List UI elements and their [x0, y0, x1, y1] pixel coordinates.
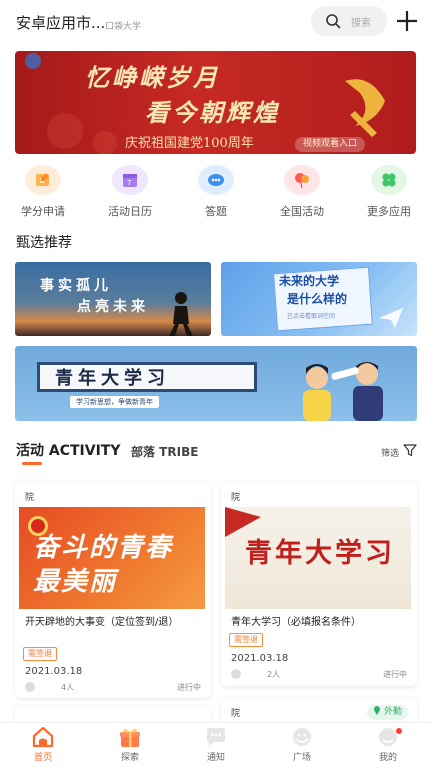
activity-card[interactable]: 院 青年大学习 青年大学习（必填报名条件） 需签退 2021.03.18 2人 …	[221, 482, 417, 686]
tab-active-indicator	[22, 462, 42, 465]
quick-label: 答题	[205, 205, 227, 218]
card-date: 2021.03.18	[25, 666, 83, 677]
search-icon	[326, 14, 341, 29]
nav-explore[interactable]: 探索	[100, 726, 160, 763]
home-icon	[32, 726, 54, 748]
silhouette-icon	[169, 292, 193, 336]
recommend-card-2[interactable]: 未来的大学 是什么样的 已点击看取词空间	[221, 262, 417, 336]
card-count: 4人	[61, 683, 75, 692]
avatar	[231, 669, 241, 679]
nav-label: 通知	[206, 753, 225, 763]
banner-video-entry[interactable]: 视频观看入口	[295, 137, 366, 152]
top-header: 安卓应用市... 口袋大学 搜索	[0, 0, 432, 46]
nav-label: 我的	[378, 753, 397, 763]
quick-label: 全国活动	[280, 205, 324, 218]
field-work-label: 外勤	[384, 707, 403, 717]
gift-icon	[120, 728, 140, 747]
svg-text:7: 7	[127, 179, 131, 187]
nav-label: 广场	[292, 753, 311, 763]
search-placeholder: 搜索	[351, 18, 371, 29]
tab-activity[interactable]: 活动 ACTIVITY	[16, 440, 120, 460]
card-image-text: 奋斗的青春最美丽	[33, 533, 174, 597]
nav-label: 首页	[33, 753, 52, 763]
card-image-text: 青年大学习	[245, 538, 395, 569]
card-org: 院	[231, 709, 241, 719]
rec2-line-2: 是什么样的	[287, 292, 348, 306]
hero-banner[interactable]: 忆峥嵘岁月 看今朝辉煌 庆祝祖国建党100周年 视频观看入口	[15, 51, 416, 154]
activity-card[interactable]: 院 奋斗的青春最美丽 开天辟地的大事变（定位签到/退） 需签退 2021.03.…	[15, 482, 211, 698]
chat-bubble-icon	[207, 728, 225, 746]
nav-square[interactable]: 广场	[272, 726, 332, 763]
nav-profile[interactable]: 我的	[358, 726, 418, 763]
rec2-line-1: 未来的大学	[279, 274, 340, 288]
card-status: 进行中	[177, 683, 201, 692]
card-status: 进行中	[383, 670, 407, 679]
recommend-card-1[interactable]: 事实孤儿 点亮未来	[15, 262, 211, 336]
rec2-line-3: 已点击看取词空间	[287, 313, 336, 320]
card-org: 院	[231, 493, 241, 503]
banner-line-3: 庆祝祖国建党100周年	[125, 136, 254, 151]
card-title: 青年大学习（必填报名条件）	[231, 617, 361, 628]
quiz-icon	[198, 165, 234, 195]
school-name: 口袋大学	[105, 22, 142, 32]
quick-credit-apply[interactable]: 学分申请	[8, 165, 78, 219]
section-title: 甄选推荐	[16, 235, 72, 251]
quick-label: 活动日历	[108, 205, 152, 218]
rec1-line-1: 事实孤儿	[40, 278, 112, 294]
filter-icon[interactable]	[403, 443, 417, 457]
activity-tabs: 活动 ACTIVITY 部落 TRIBE 筛选	[0, 440, 432, 466]
recommend-card-3[interactable]: 青年大学习 学习新思想，争做新青年	[15, 346, 417, 421]
nav-notifications[interactable]: 通知	[186, 726, 246, 763]
students-illustration	[303, 362, 383, 421]
rec3-line-2: 学习新思想，争做新青年	[70, 396, 159, 408]
banner-line-2: 看今朝辉煌	[145, 98, 280, 127]
card-image: 青年大学习	[225, 507, 411, 609]
card-badge: 需签退	[23, 647, 57, 661]
field-work-badge: 外勤	[367, 705, 409, 720]
card-title: 开天辟地的大事变（定位签到/退）	[25, 617, 179, 628]
search-bar[interactable]: 搜索	[311, 6, 387, 36]
quick-quiz[interactable]: 答题	[181, 165, 251, 219]
rec1-line-2: 点亮未来	[77, 299, 149, 315]
card-badge: 需签退	[229, 633, 263, 647]
calendar-icon: 7	[112, 165, 148, 195]
filter-label[interactable]: 筛选	[381, 446, 399, 459]
tab-tribe[interactable]: 部落 TRIBE	[131, 443, 198, 460]
clover-icon	[371, 165, 407, 195]
quick-label: 更多应用	[367, 205, 411, 218]
paper-plane-icon	[379, 308, 403, 328]
quick-activity-calendar[interactable]: 7 活动日历	[95, 165, 165, 219]
card-count: 2人	[267, 670, 281, 679]
bottom-navigation: 首页 探索 通知 广场 我的	[0, 722, 432, 768]
credit-apply-icon	[25, 165, 61, 195]
card-org: 院	[25, 493, 35, 503]
quick-national-activity[interactable]: 全国活动	[267, 165, 337, 219]
rec3-line-1: 青年大学习	[55, 368, 170, 389]
square-icon	[293, 728, 311, 746]
location-icon	[374, 706, 380, 715]
balloon-icon	[284, 165, 320, 195]
card-date: 2021.03.18	[231, 653, 289, 664]
nav-home[interactable]: 首页	[13, 726, 73, 763]
nav-label: 探索	[120, 753, 139, 763]
notification-dot	[396, 728, 402, 734]
quick-label: 学分申请	[21, 205, 65, 218]
avatar	[25, 682, 35, 692]
banner-line-1: 忆峥嵘岁月	[85, 63, 220, 92]
quick-more-apps[interactable]: 更多应用	[354, 165, 424, 219]
app-title[interactable]: 安卓应用市...	[16, 12, 105, 33]
card-image: 奋斗的青春最美丽	[19, 507, 205, 609]
quick-actions: 学分申请 7 活动日历 答题 全国活动 更多应用	[0, 165, 432, 220]
add-icon[interactable]	[394, 8, 420, 34]
